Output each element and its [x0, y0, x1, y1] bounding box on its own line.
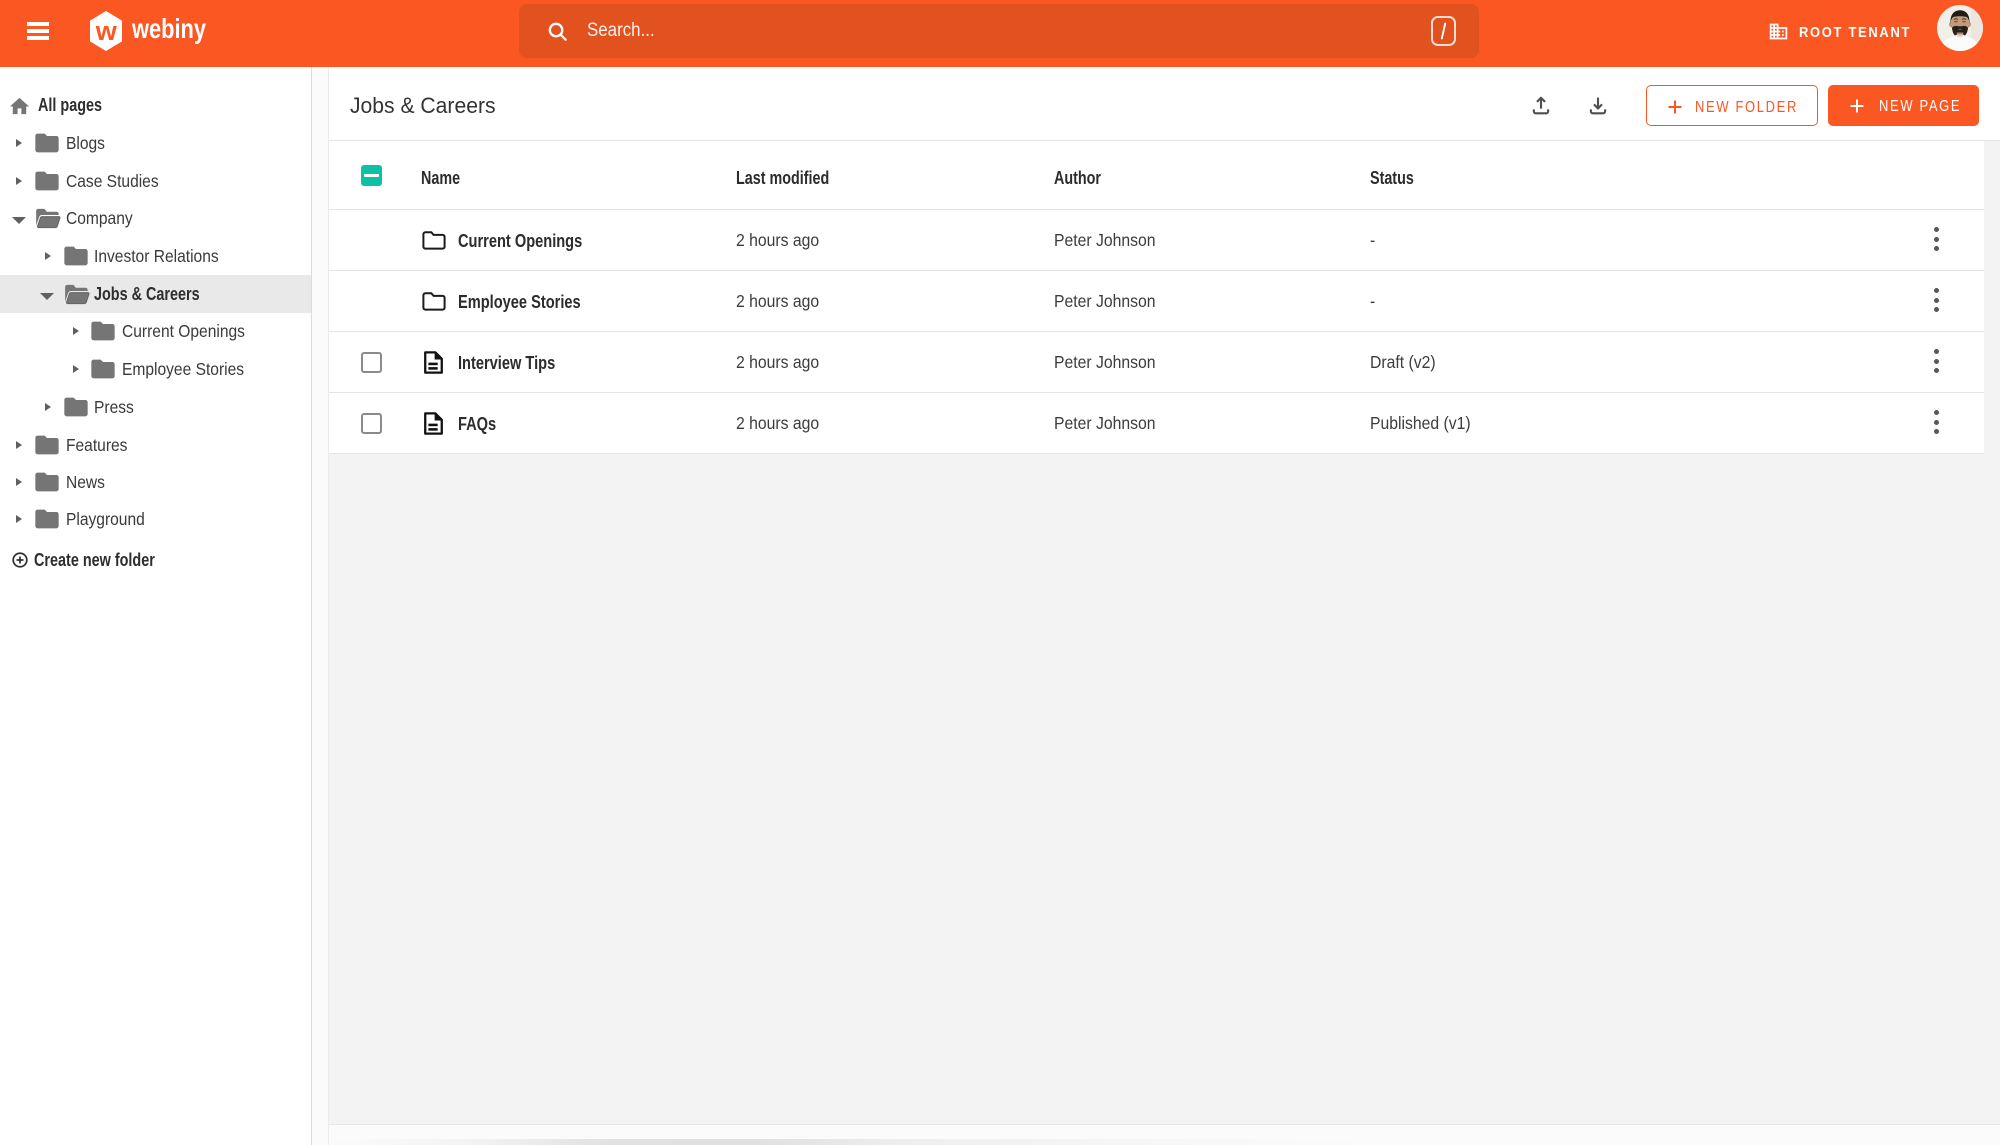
- svg-text:w: w: [95, 16, 118, 46]
